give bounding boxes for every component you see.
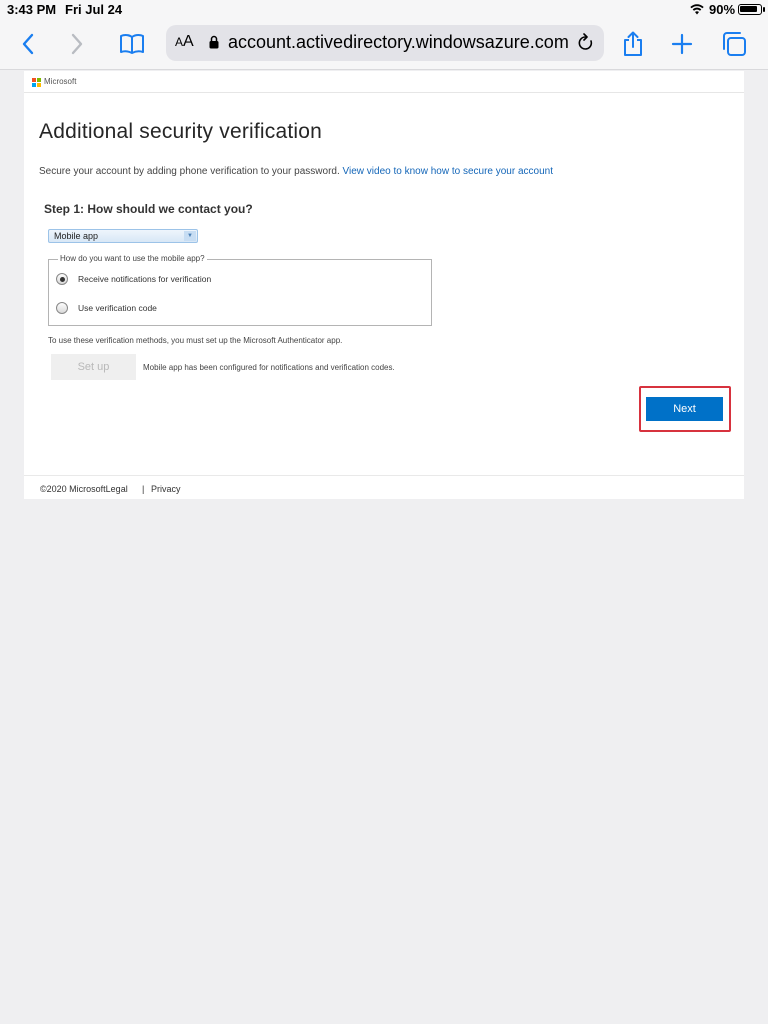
status-date: Fri Jul 24 — [65, 2, 123, 17]
contact-method-select[interactable]: Mobile app ▼ — [48, 229, 198, 243]
page-footer: ©2020 MicrosoftLegal | Privacy — [24, 475, 744, 499]
option-notifications-label: Receive notifications for verification — [78, 274, 212, 284]
video-link[interactable]: View video to know how to secure your ac… — [343, 166, 554, 177]
brand-name: Microsoft — [44, 77, 77, 86]
setup-status-text: Mobile app has been configured for notif… — [143, 363, 395, 372]
authenticator-note: To use these verification methods, you m… — [48, 336, 343, 345]
page-header: Microsoft — [24, 71, 744, 93]
lock-icon — [209, 35, 219, 49]
tabs-icon[interactable] — [720, 30, 748, 58]
notifications-radio[interactable] — [56, 273, 68, 285]
footer-separator: | — [142, 484, 145, 494]
mobile-app-options: How do you want to use the mobile app? R… — [48, 254, 432, 326]
bookmarks-icon[interactable] — [118, 30, 146, 58]
wifi-icon — [690, 4, 704, 15]
option-verification-code-label: Use verification code — [78, 303, 157, 313]
microsoft-logo-icon — [32, 78, 41, 87]
battery-percent: 90% — [709, 2, 736, 17]
intro-text: Secure your account by adding phone veri… — [39, 166, 553, 177]
page-title: Additional security verification — [39, 120, 323, 143]
privacy-link[interactable]: Privacy — [151, 484, 181, 494]
option-notifications[interactable]: Receive notifications for verification — [56, 273, 211, 285]
url-text: account.activedirectory.windowsazure.com — [228, 32, 569, 52]
forward-icon[interactable] — [63, 30, 91, 58]
battery-icon — [738, 4, 765, 15]
address-bar[interactable]: AA account.activedirectory.windowsazure.… — [166, 25, 604, 61]
share-icon[interactable] — [619, 30, 647, 58]
text-size-button[interactable]: AA — [175, 33, 194, 51]
setup-button[interactable]: Set up — [51, 354, 136, 380]
verification-code-radio[interactable] — [56, 302, 68, 314]
contact-method-value: Mobile app — [54, 231, 99, 241]
copyright-text: ©2020 Microsoft — [40, 484, 106, 494]
status-time: 3:43 PM — [7, 2, 57, 17]
status-bar: 3:43 PM Fri Jul 24 90% — [0, 0, 768, 20]
chevron-down-icon: ▼ — [184, 231, 196, 241]
step-heading: Step 1: How should we contact you? — [44, 202, 253, 216]
legal-link[interactable]: Legal — [106, 484, 128, 494]
mobile-app-legend: How do you want to use the mobile app? — [58, 254, 207, 263]
back-icon[interactable] — [14, 30, 42, 58]
web-page: Microsoft Additional security verificati… — [24, 71, 744, 499]
reload-icon[interactable] — [576, 33, 596, 53]
footer-copyright: ©2020 MicrosoftLegal — [40, 484, 128, 494]
browser-toolbar: AA account.activedirectory.windowsazure.… — [0, 20, 768, 70]
option-verification-code[interactable]: Use verification code — [56, 302, 157, 314]
new-tab-icon[interactable] — [668, 30, 696, 58]
next-button[interactable]: Next — [646, 397, 723, 421]
intro-description: Secure your account by adding phone veri… — [39, 166, 340, 177]
